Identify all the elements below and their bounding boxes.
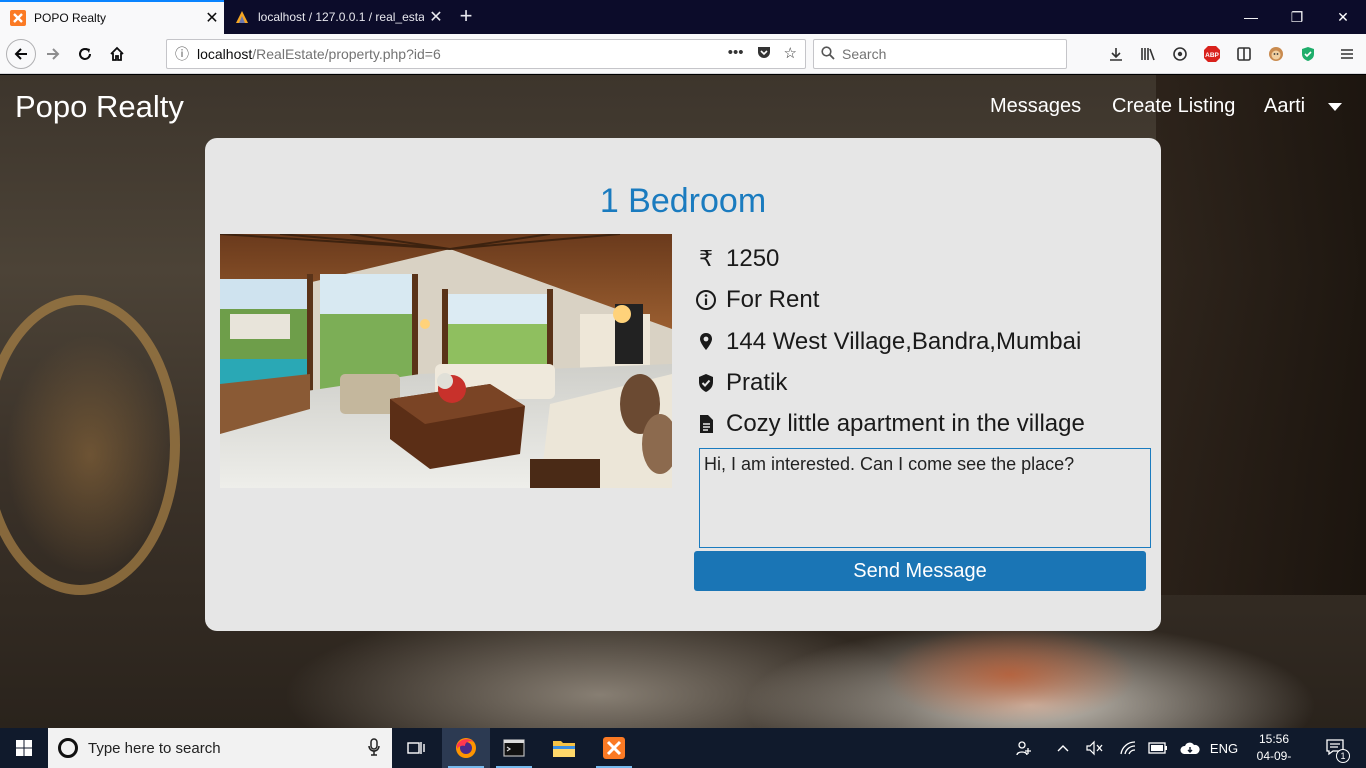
browser-search-placeholder: Search [842,46,887,62]
tab-popo-realty[interactable]: POPO Realty ✕ [0,0,224,34]
volume-muted-icon[interactable] [1082,728,1106,768]
forward-button[interactable] [38,39,68,69]
property-address-row: 144 West Village,Bandra,Mumbai [695,327,1081,357]
taskbar-search-placeholder: Type here to search [88,739,221,757]
page-actions-icon[interactable]: ••• [728,44,744,64]
show-hidden-icons-chevron-icon[interactable] [1052,728,1074,768]
monkey-extension-icon[interactable] [1267,45,1285,63]
browser-search-field[interactable]: Search [813,39,1067,69]
microphone-icon[interactable] [368,738,380,761]
terminal-icon [503,739,525,757]
battery-icon[interactable] [1146,728,1170,768]
downloads-arrow-icon[interactable] [1107,45,1125,63]
taskbar-file-explorer[interactable] [540,728,588,768]
taskbar-terminal[interactable] [490,728,538,768]
windows-taskbar: Type here to search ENG 15:56 04-09-2018 [0,728,1366,768]
nav-messages-link[interactable]: Messages [990,95,1081,118]
people-icon[interactable] [1012,728,1036,768]
windows-logo-icon [16,740,32,756]
notification-count-badge: 1 [1336,749,1350,763]
restore-button[interactable]: ❐ [1274,0,1320,34]
reload-icon [79,48,91,60]
property-photo [220,234,672,488]
new-tab-button[interactable]: + [454,4,478,30]
rupee-icon: ₹ [699,246,713,271]
arrow-left-icon [14,48,27,60]
xampp-favicon-icon [10,10,26,26]
taskbar-firefox[interactable] [442,728,490,768]
property-price: 1250 [726,245,780,272]
action-center-button[interactable]: 1 [1316,728,1356,768]
clock-date: 04-09-2018 [1256,749,1292,768]
property-owner-row: Pratik [695,368,787,398]
pocket-icon[interactable] [756,44,772,64]
verified-shield-icon [695,372,717,394]
nav-user-menu[interactable]: Aarti [1264,95,1305,118]
reader-view-icon[interactable] [1235,45,1253,63]
sync-icon[interactable] [1171,45,1189,63]
taskbar-xampp[interactable] [590,728,638,768]
taskbar-clock[interactable]: 15:56 04-09-2018 [1246,731,1302,768]
page-background: Popo Realty Messages Create Listing Aart… [0,75,1366,728]
cortana-icon [58,738,78,758]
task-view-icon [407,742,425,754]
document-icon [695,413,717,435]
url-path: /RealEstate/property.php?id=6 [252,46,441,62]
url-host: localhost [197,46,253,62]
send-message-button[interactable]: Send Message [694,551,1146,591]
browser-toolbar: ⓘ localhost/RealEstate/property.php?id=6… [0,34,1366,74]
info-icon[interactable]: ⓘ [167,44,197,64]
tab-phpmyadmin[interactable]: localhost / 127.0.0.1 / real_estat ✕ [224,0,448,34]
browser-tab-strip: POPO Realty ✕ localhost / 127.0.0.1 / re… [0,0,1366,34]
message-textarea[interactable]: Hi, I am interested. Can I come see the … [699,448,1151,548]
property-address: 144 West Village,Bandra,Mumbai [726,328,1082,355]
location-pin-icon [695,331,717,353]
folder-icon [553,741,575,757]
arrow-right-icon [47,48,60,60]
library-icon[interactable] [1139,45,1157,63]
property-owner: Pratik [726,369,788,396]
property-type-row: For Rent [695,285,819,315]
svg-text:ABP: ABP [1205,52,1219,59]
start-button[interactable] [0,728,48,768]
user-dropdown-caret-icon[interactable] [1328,103,1342,111]
close-tab-icon[interactable]: ✕ [200,8,224,28]
adblock-plus-icon[interactable]: ABP [1203,45,1221,63]
url-bar-actions: ••• ☆ [728,44,797,64]
decorative-wall-panel [1156,75,1366,595]
property-description-row: Cozy little apartment in the village [695,409,1085,439]
nav-create-listing-link[interactable]: Create Listing [1112,95,1235,118]
shield-extension-icon[interactable] [1299,45,1317,63]
wifi-icon[interactable] [1116,728,1140,768]
phpmyadmin-favicon-icon [234,9,250,25]
minimize-button[interactable]: — [1228,0,1274,34]
info-circle-icon [695,289,717,311]
onedrive-cloud-icon[interactable] [1178,728,1202,768]
taskbar-search-box[interactable]: Type here to search [48,728,392,768]
property-type: For Rent [726,286,820,313]
url-bar[interactable]: ⓘ localhost/RealEstate/property.php?id=6… [166,39,806,69]
property-title: 1 Bedroom [599,182,767,220]
reload-button[interactable] [70,39,100,69]
xampp-icon [603,737,625,759]
task-view-button[interactable] [392,728,440,768]
search-icon [814,45,842,63]
home-button[interactable] [102,39,132,69]
home-icon [110,46,124,61]
property-description: Cozy little apartment in the village [726,410,1085,437]
site-brand-link[interactable]: Popo Realty [15,89,184,125]
property-card: 1 Bedroom ₹ 1250 For Rent 144 West Villa… [205,138,1161,631]
bookmark-star-icon[interactable]: ☆ [784,44,797,64]
back-button[interactable] [6,39,36,69]
input-language[interactable]: ENG [1208,728,1240,768]
firefox-icon [456,738,476,758]
decorative-mirror [0,295,180,595]
tab-title: POPO Realty [34,11,107,25]
property-price-row: ₹ 1250 [695,244,779,274]
clock-time: 15:56 [1258,732,1290,746]
tab-title: localhost / 127.0.0.1 / real_estat [258,10,424,24]
close-tab-icon[interactable]: ✕ [424,7,448,27]
hamburger-menu-icon[interactable] [1338,45,1356,63]
close-window-button[interactable]: ✕ [1320,0,1366,34]
